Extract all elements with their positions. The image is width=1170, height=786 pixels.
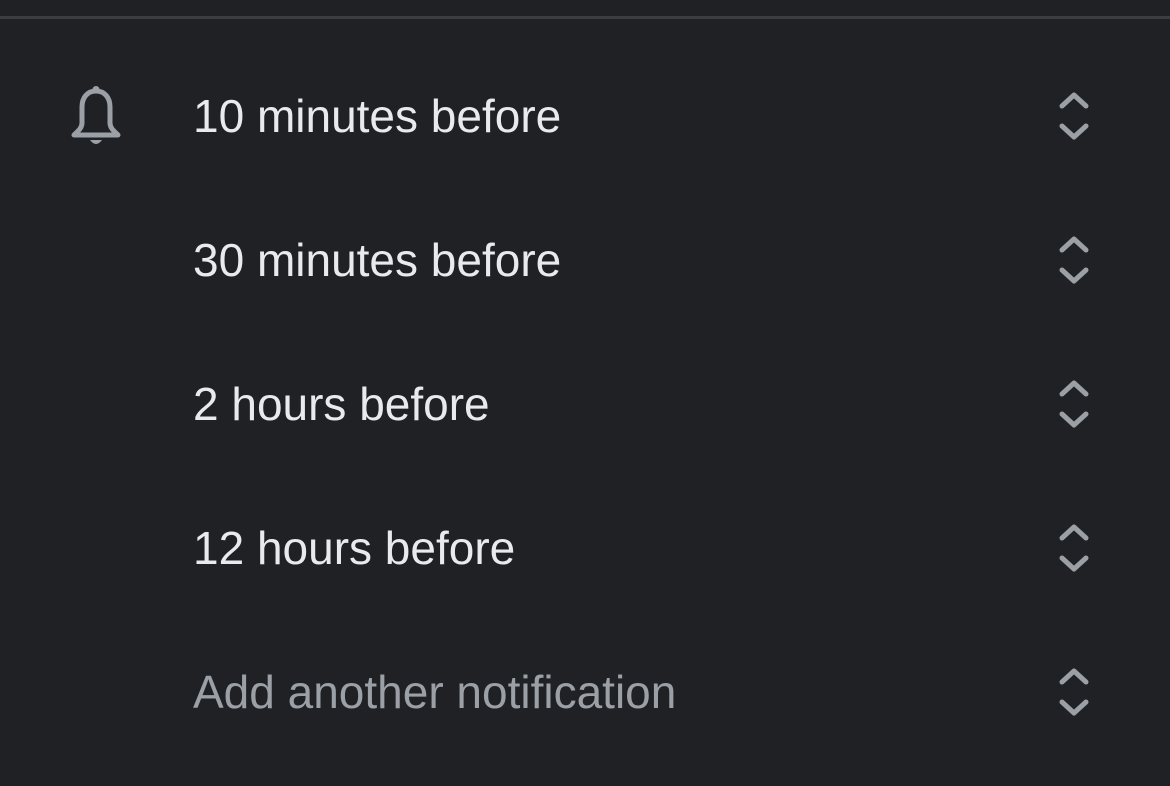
notification-label: 10 minutes before <box>193 90 562 142</box>
notification-label: 30 minutes before <box>193 234 562 286</box>
notification-item-1[interactable]: 10 minutes before <box>0 44 1170 188</box>
add-notification-row[interactable]: Add another notification <box>0 620 1170 764</box>
up-down-chevron-icon[interactable] <box>1056 232 1092 288</box>
notification-label: 2 hours before <box>193 378 490 430</box>
notification-label: 12 hours before <box>193 522 516 574</box>
add-notification-label: Add another notification <box>193 666 677 718</box>
up-down-chevron-icon[interactable] <box>1056 520 1092 576</box>
up-down-chevron-icon[interactable] <box>1056 88 1092 144</box>
notification-item-4[interactable]: 12 hours before <box>0 476 1170 620</box>
notification-item-2[interactable]: 30 minutes before <box>0 188 1170 332</box>
notification-item-3[interactable]: 2 hours before <box>0 332 1170 476</box>
notification-settings: 10 minutes before 30 minutes before 2 ho… <box>0 0 1170 786</box>
top-divider <box>0 16 1170 19</box>
up-down-chevron-icon[interactable] <box>1056 376 1092 432</box>
up-down-chevron-icon[interactable] <box>1056 664 1092 720</box>
